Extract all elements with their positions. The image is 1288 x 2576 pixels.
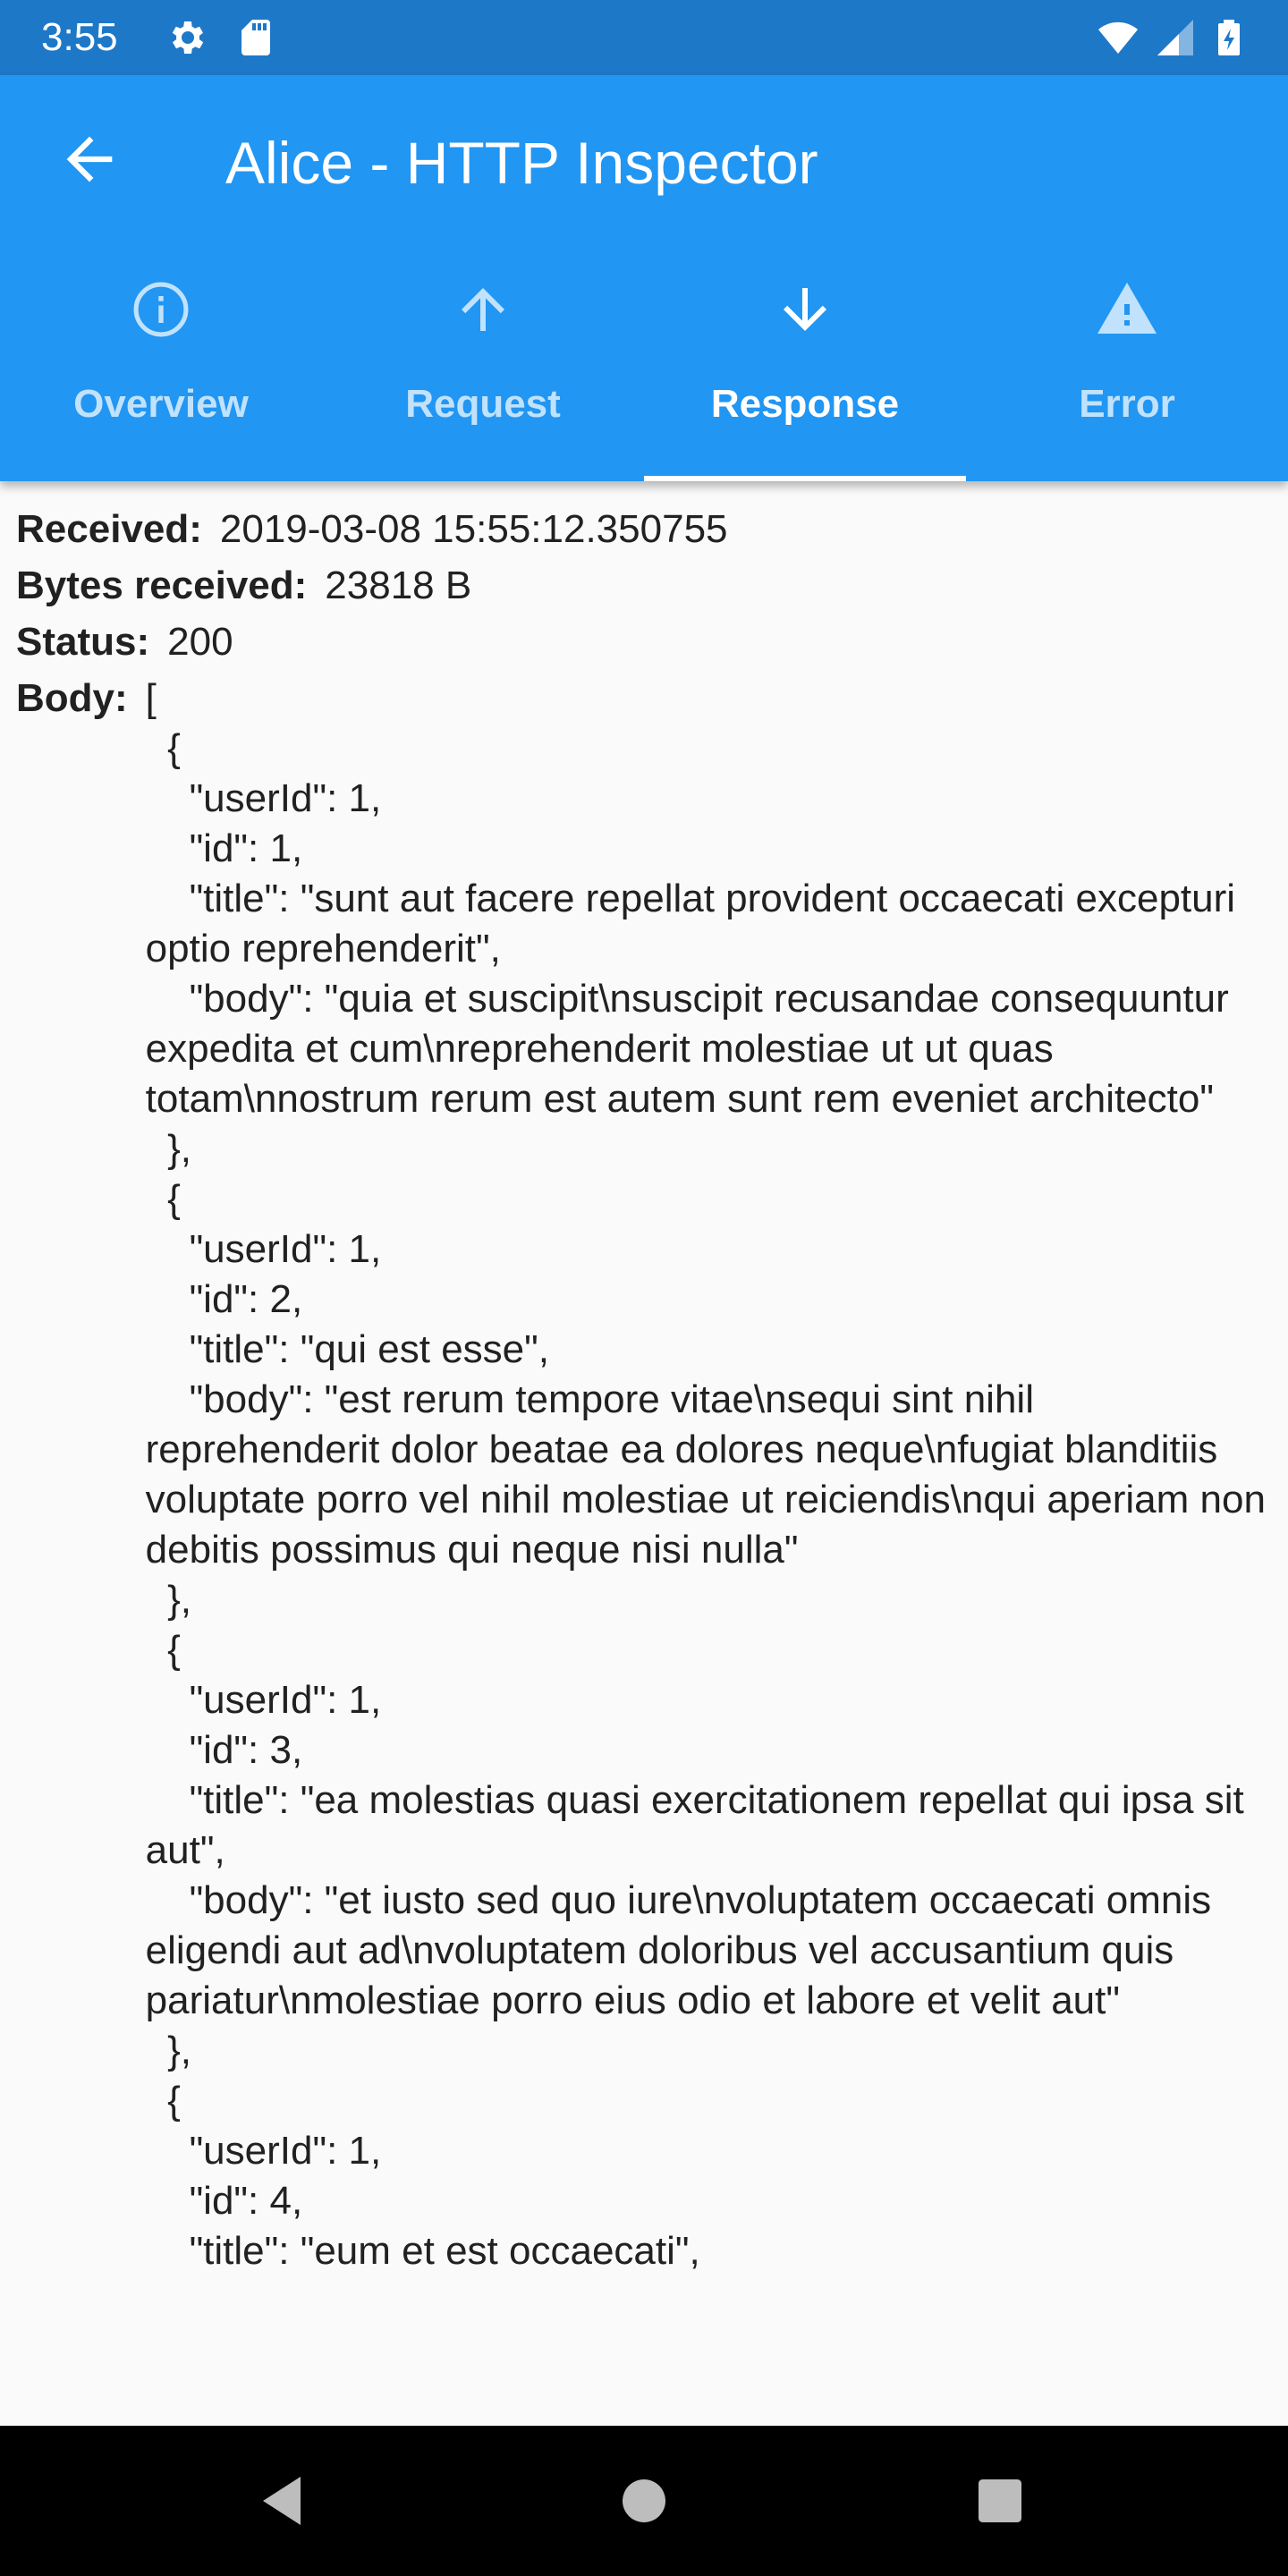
tab-overview-label: Overview <box>73 382 249 426</box>
wifi-icon <box>1098 21 1138 54</box>
recents-nav-icon[interactable] <box>968 2469 1032 2533</box>
home-nav-icon[interactable] <box>612 2469 676 2533</box>
bytes-received-row: Bytes received: 23818 B <box>16 557 1277 614</box>
body-row: Body: [ { "userId": 1, "id": 1, "title":… <box>16 670 1277 2276</box>
status-label: Status: <box>16 620 150 664</box>
info-icon <box>133 282 189 337</box>
body-label: Body: <box>16 676 128 720</box>
tab-error[interactable]: Error <box>966 277 1288 481</box>
bytes-received-value: 23818 B <box>325 564 472 607</box>
back-arrow-icon[interactable] <box>55 125 123 193</box>
arrow-down-icon <box>784 288 826 331</box>
status-bar: 3:55 <box>0 0 1288 75</box>
page-title: Alice - HTTP Inspector <box>225 130 818 196</box>
active-tab-indicator <box>644 476 966 481</box>
warning-icon <box>1097 283 1157 334</box>
cellular-signal-icon <box>1157 20 1193 55</box>
tab-request-label: Request <box>405 382 561 426</box>
body-json: [ { "userId": 1, "id": 1, "title": "sunt… <box>145 676 1266 2273</box>
received-label: Received: <box>16 507 202 551</box>
sd-card-icon <box>242 20 270 55</box>
tab-response[interactable]: Response <box>644 277 966 481</box>
back-nav-icon[interactable] <box>252 2469 317 2533</box>
tab-response-label: Response <box>710 382 900 426</box>
navigation-bar <box>0 2426 1288 2576</box>
arrow-up-icon <box>462 288 504 331</box>
app-bar: Alice - HTTP Inspector Overview Request … <box>0 75 1288 481</box>
status-time: 3:55 <box>41 15 118 59</box>
status-value: 200 <box>167 620 233 664</box>
received-value: 2019-03-08 15:55:12.350755 <box>219 507 728 551</box>
received-row: Received: 2019-03-08 15:55:12.350755 <box>16 501 1277 557</box>
response-content[interactable]: Received: 2019-03-08 15:55:12.350755 Byt… <box>16 501 1277 2424</box>
status-row: Status: 200 <box>16 614 1277 670</box>
tab-request[interactable]: Request <box>322 277 644 481</box>
bytes-received-label: Bytes received: <box>16 564 308 607</box>
settings-icon <box>172 21 204 54</box>
tab-error-label: Error <box>1079 382 1175 426</box>
battery-charging-icon <box>1218 20 1240 55</box>
tab-bar: Overview Request Response Error <box>0 277 1288 481</box>
tab-overview[interactable]: Overview <box>0 277 322 481</box>
